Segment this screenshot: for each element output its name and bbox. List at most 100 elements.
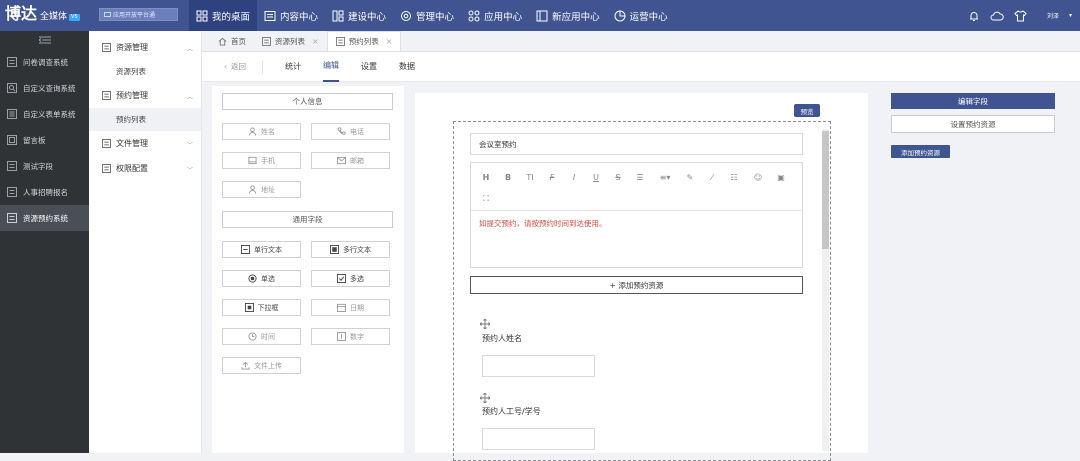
font-size-icon[interactable]: TI [524,171,536,183]
platform-selector[interactable]: 应用开放平台通 [99,8,178,21]
field2-input[interactable] [482,428,595,450]
menu-collapse-icon [38,36,51,44]
strikethrough-icon[interactable]: S [612,171,624,183]
indent-icon[interactable]: ☷ [728,171,740,183]
dropdown-icon [244,303,254,312]
subnav-group-resource[interactable]: 资源管理 ︿ [89,35,201,60]
rich-text-editor[interactable]: H B TI F I U S ☰ ≡▾ ✎ ⁄ ☷ ☺ ▣ ⛶ 如提交预约，请按… [470,162,803,268]
subnav-item-resource-list[interactable]: 资源列表 [89,60,201,83]
section-common-fields[interactable]: 通用字段 [222,211,393,228]
field-phone[interactable]: 电话 [311,123,390,140]
field-email[interactable]: 邮箱 [311,152,390,169]
logo-subtitle: 全媒体 [40,12,68,22]
font-family-icon[interactable]: F [546,171,558,183]
drag-handle-icon[interactable] [480,319,490,329]
sidebar-item-custom-form[interactable]: 自定义表单系统 [0,101,89,127]
nav-item-apps[interactable]: 应用中心 [461,0,529,31]
list-icon [335,37,345,46]
field-checkbox[interactable]: 多选 [311,270,390,287]
brush-icon[interactable]: ⁄ [706,171,718,183]
list-icon[interactable]: ☰ [634,171,646,183]
field-time[interactable]: 时间 [222,328,301,345]
subnav-group-files[interactable]: 文件管理 ﹀ [89,131,201,156]
nav-item-content[interactable]: 内容中心 [257,0,325,31]
sidebar-collapse[interactable] [0,31,89,49]
field-name[interactable]: 姓名 [222,123,301,140]
list-icon [102,164,111,173]
preview-button[interactable]: 预览 [794,104,820,117]
bold-icon[interactable]: B [502,171,514,183]
bell-icon[interactable] [968,10,980,22]
close-icon[interactable]: × [386,37,393,46]
tab-resource-list[interactable]: 资源列表 × [254,31,327,51]
nav-item-manage[interactable]: 管理中心 [393,0,461,31]
field-label: 单选 [261,274,275,283]
heading-icon[interactable]: H [480,171,492,183]
list-icon [102,139,111,148]
tab-booking-list[interactable]: 预约列表 × [326,31,402,51]
field-date[interactable]: 日期 [311,299,390,316]
field-file-upload[interactable]: 文件上传 [222,357,301,374]
field-multi-line-text[interactable]: 多行文本 [311,241,390,258]
form-title-input[interactable]: 会议室预约 [470,133,803,155]
sidebar-item-label: 测试字段 [23,161,53,171]
sidebar-item-test-field[interactable]: 测试字段 [0,153,89,179]
subnav-group-booking[interactable]: 预约管理 ︿ [89,83,201,108]
nav-label: 内容中心 [280,11,319,23]
image-icon[interactable]: ▣ [775,171,787,183]
field-dropdown[interactable]: 下拉框 [222,299,301,316]
shirt-icon[interactable] [1014,9,1027,22]
emoji-icon[interactable]: ☺ [752,171,764,183]
gear-icon [401,10,412,21]
chevron-down-icon[interactable]: ▾ [1069,12,1072,19]
subnav-group-permissions[interactable]: 权限配置 ﹀ [89,156,201,181]
pencil-icon[interactable]: ✎ [684,171,696,183]
close-icon[interactable]: × [312,37,319,46]
sidebar-item-recruitment[interactable]: 人事招聘报名 [0,179,89,205]
sidebar-item-survey[interactable]: 问卷调查系统 [0,49,89,75]
user-name[interactable]: 刘泽 [1047,11,1059,20]
editor-content[interactable]: 如提交预约，请按预约时间到达使用。 [479,218,607,229]
window-icon [536,10,548,21]
top-right-tools: 刘泽 ▾ [968,0,1072,31]
tab-home[interactable]: 首页 [210,31,254,51]
align-icon[interactable]: ≡▾ [659,171,671,183]
add-booking-resource-button[interactable]: + 添加预约资源 [470,276,803,294]
add-resource-button[interactable]: 添加预约资源 [891,145,950,158]
subnav-item-booking-list[interactable]: 预约列表 [89,108,201,131]
set-booking-resource-button[interactable]: 设置预约资源 [891,115,1055,133]
drag-handle-icon[interactable] [480,393,490,403]
field-address[interactable]: 地址 [222,181,301,198]
field1-input[interactable] [482,355,595,377]
nav-item-new-apps[interactable]: 新应用中心 [529,0,607,31]
sidebar-item-resource-booking[interactable]: 资源预约系统 [0,205,89,231]
italic-icon[interactable]: I [568,171,580,183]
canvas-scrollbar-thumb[interactable] [822,131,829,249]
sidebar-item-label: 问卷调查系统 [23,57,68,67]
field-radio[interactable]: 单选 [222,270,301,287]
nav-item-build[interactable]: 建设中心 [325,0,393,31]
edit-field-header[interactable]: 编辑字段 [891,93,1055,109]
underline-icon[interactable]: U [590,171,602,183]
sidebar-item-label: 资源预约系统 [23,213,68,223]
field-label: 日期 [350,303,364,312]
sidebar-item-message-board[interactable]: 留言板 [0,127,89,153]
field-number[interactable]: 数字 [311,328,390,345]
section-personal-info[interactable]: 个人信息 [222,93,393,110]
back-button[interactable]: ‹ 返回 [224,59,263,74]
field-mobile[interactable]: 手机 [222,152,301,169]
tab-statistics[interactable]: 统计 [285,52,301,82]
tab-data[interactable]: 数据 [399,52,415,82]
list-icon [7,213,17,223]
field-single-line-text[interactable]: 单行文本 [222,241,301,258]
cloud-icon[interactable] [990,10,1004,22]
tab-edit[interactable]: 编辑 [323,52,339,82]
sidebar-item-custom-query[interactable]: 自定义查询系统 [0,75,89,101]
brand-logo[interactable]: 博达 全媒体 V5 [5,4,80,24]
field-label: 单行文本 [254,245,282,254]
chevron-up-icon: ︿ [186,94,193,101]
tab-settings[interactable]: 设置 [361,52,377,82]
nav-item-desktop[interactable]: 我的桌面 [189,0,258,31]
nav-item-operations[interactable]: 运营中心 [607,0,675,31]
fullscreen-icon[interactable]: ⛶ [480,193,492,205]
